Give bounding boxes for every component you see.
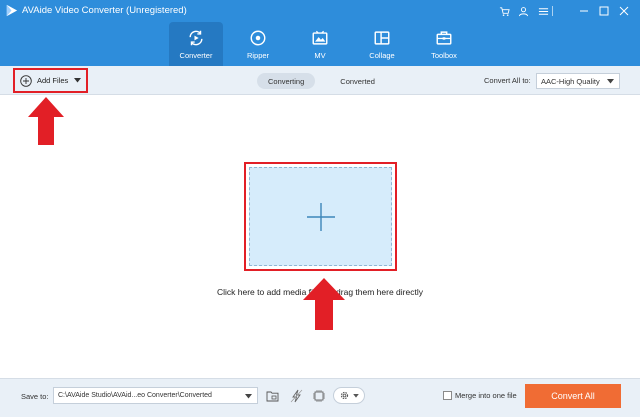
tab-ripper[interactable]: Ripper [231, 22, 285, 66]
app-title: AVAide Video Converter (Unregistered) [22, 5, 187, 16]
chevron-down-icon [607, 79, 614, 84]
app-logo-icon [6, 4, 18, 17]
minimize-icon[interactable] [577, 4, 591, 18]
app-window: AVAide Video Converter (Unregistered) Co… [0, 0, 640, 417]
tab-converting[interactable]: Converting [257, 73, 316, 89]
tab-collage[interactable]: Collage [355, 22, 409, 66]
plus-icon [306, 202, 335, 231]
merge-into-one-file-label: Merge into one file [455, 391, 517, 400]
save-to-label: Save to: [21, 392, 49, 401]
add-media-drop-area[interactable] [244, 162, 397, 271]
tab-label: Toolbox [431, 51, 457, 60]
tab-label: Ripper [246, 51, 270, 60]
gear-icon [340, 391, 349, 400]
tab-mv[interactable]: MV [293, 22, 347, 66]
mv-icon [310, 29, 330, 47]
tab-label: Converter [179, 51, 213, 60]
chevron-down-icon[interactable] [74, 78, 82, 83]
red-arrow-annotation-add-files [28, 97, 64, 145]
collage-icon [372, 29, 392, 47]
merge-into-one-file-checkbox[interactable] [443, 391, 452, 400]
cart-icon[interactable] [497, 4, 511, 18]
chevron-down-icon [353, 393, 359, 398]
toolbox-icon [434, 29, 454, 47]
convert-all-button[interactable]: Convert All [525, 384, 621, 408]
add-files-label: Add Files [37, 76, 69, 85]
hardware-acceleration-off-icon[interactable] [288, 387, 305, 404]
tab-label: Collage [369, 51, 395, 60]
chevron-down-icon [245, 394, 252, 399]
tab-converter[interactable]: Converter [169, 22, 223, 66]
close-icon[interactable] [617, 4, 631, 18]
account-icon[interactable] [516, 4, 530, 18]
add-circle-icon [20, 74, 32, 87]
convert-all-label: Convert All to: [484, 76, 531, 85]
maximize-icon[interactable] [597, 4, 611, 18]
save-to-path-select[interactable]: C:\AVAide Studio\AVAid...eo Converter\Co… [53, 387, 258, 404]
title-bar: AVAide Video Converter (Unregistered) [0, 0, 640, 22]
convert-all-format-select[interactable]: AAC-High Quality [536, 73, 620, 89]
save-to-path-value: C:\AVAide Studio\AVAid...eo Converter\Co… [58, 392, 212, 399]
ripper-icon [248, 29, 268, 47]
main-drop-zone: Click here to add media files or drag th… [0, 95, 640, 378]
open-folder-icon[interactable] [264, 387, 281, 404]
settings-dropdown-button[interactable] [333, 387, 365, 404]
tab-converted[interactable]: Converted [329, 73, 386, 89]
gpu-acceleration-off-icon[interactable] [310, 387, 327, 404]
add-files-button[interactable]: Add Files [13, 68, 88, 93]
toolbar: Add Files Converting Converted Convert A… [0, 66, 640, 95]
tab-label: MV [314, 51, 326, 60]
title-separator [552, 6, 553, 16]
tab-toolbox[interactable]: Toolbox [417, 22, 471, 66]
converter-icon [186, 29, 206, 47]
convert-all-value: AAC-High Quality [541, 76, 600, 86]
drop-area-inner [249, 167, 392, 266]
footer-bar: Save to: C:\AVAide Studio\AVAid...eo Con… [0, 378, 640, 417]
status-tabs: Converting Converted [257, 73, 386, 89]
header-bar: AVAide Video Converter (Unregistered) Co… [0, 0, 640, 66]
menu-icon[interactable] [536, 4, 550, 18]
red-arrow-annotation-drop-area [303, 278, 345, 330]
